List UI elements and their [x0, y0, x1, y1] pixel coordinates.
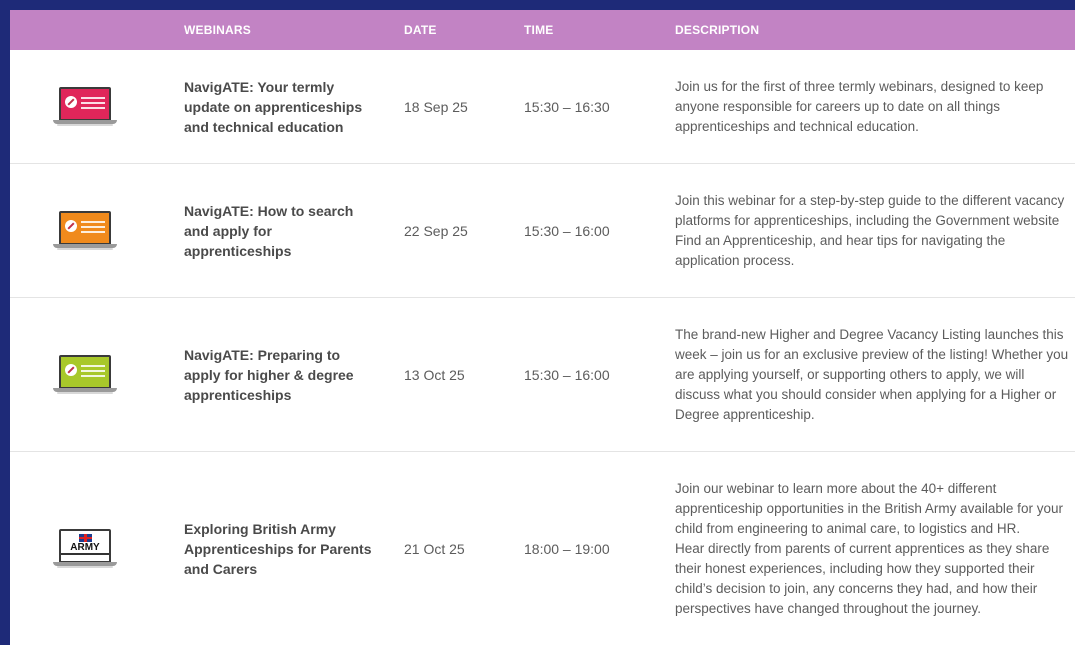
webinar-thumbnail-screen: ARMY: [59, 528, 111, 562]
webinar-thumbnail-screen: [59, 210, 111, 244]
webinar-description: The brand-new Higher and Degree Vacancy …: [675, 326, 1069, 422]
webinar-time: 15:30 – 16:00: [524, 366, 610, 383]
webinar-time: 15:30 – 16:30: [524, 98, 610, 115]
webinar-title: NavigATE: Preparing to apply for higher …: [184, 346, 354, 403]
logo-icon: [65, 363, 77, 376]
army-logo: ARMY: [70, 541, 100, 553]
header-webinars: WEBINARS: [184, 23, 251, 37]
webinar-description: Join our webinar to learn more about the…: [675, 480, 1063, 616]
header-time: TIME: [524, 23, 554, 37]
webinar-time: 18:00 – 19:00: [524, 540, 610, 557]
webinar-date: 13 Oct 25: [404, 366, 465, 383]
webinar-table: WEBINARS DATE TIME DESCRIPTION NavigATE:…: [10, 10, 1075, 645]
webinar-description: Join this webinar for a step-by-step gui…: [675, 192, 1065, 268]
table-row: ARMY Exploring British Army Apprenticesh…: [10, 452, 1075, 645]
table-row: NavigATE: Your termly update on apprenti…: [10, 50, 1075, 164]
webinar-time: 15:30 – 16:00: [524, 222, 610, 239]
webinar-date: 21 Oct 25: [404, 540, 465, 557]
laptop-icon: [53, 86, 117, 127]
army-laptop-icon: ARMY: [53, 528, 117, 569]
webinar-title: NavigATE: How to search and apply for ap…: [184, 202, 354, 259]
logo-icon: [65, 219, 77, 232]
row-thumbnail: [50, 164, 120, 297]
laptop-icon: [53, 210, 117, 251]
header-description: DESCRIPTION: [675, 23, 760, 37]
webinar-date: 22 Sep 25: [404, 222, 468, 239]
logo-icon: [65, 95, 77, 108]
row-thumbnail: ARMY: [50, 452, 120, 645]
webinar-title: NavigATE: Your termly update on apprenti…: [184, 78, 363, 135]
flag-icon: [79, 533, 92, 542]
table-row: NavigATE: How to search and apply for ap…: [10, 164, 1075, 298]
webinar-thumbnail-screen: [59, 354, 111, 388]
laptop-icon: [53, 354, 117, 395]
webinar-date: 18 Sep 25: [404, 98, 468, 115]
table-row: NavigATE: Preparing to apply for higher …: [10, 298, 1075, 452]
webinar-thumbnail-screen: [59, 86, 111, 120]
row-thumbnail: [50, 298, 120, 451]
header-date: DATE: [404, 23, 437, 37]
webinar-description: Join us for the first of three termly we…: [675, 78, 1044, 134]
webinar-title: Exploring British Army Apprenticeships f…: [184, 520, 372, 577]
row-thumbnail: [50, 50, 120, 163]
table-header: WEBINARS DATE TIME DESCRIPTION: [10, 10, 1075, 50]
